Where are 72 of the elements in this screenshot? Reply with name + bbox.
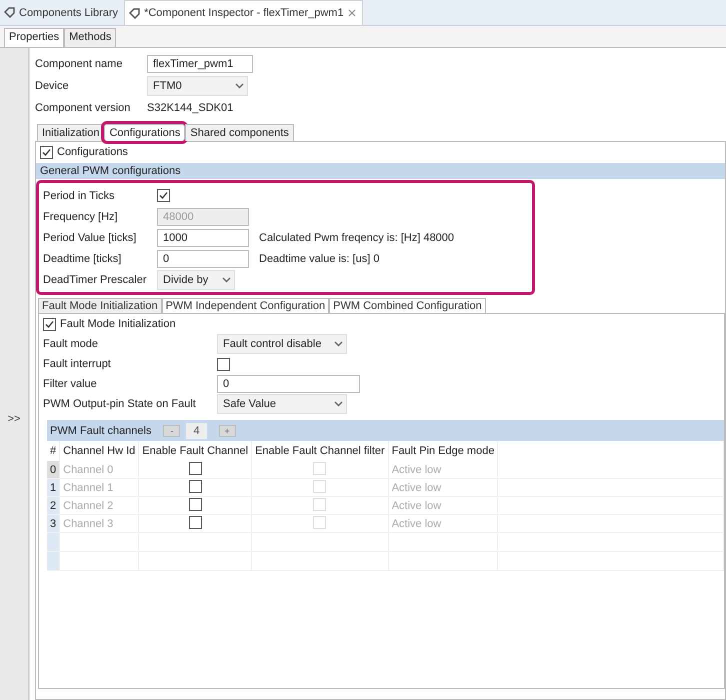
field-label: Component name	[35, 58, 124, 70]
config-tab[interactable]: Shared components	[185, 124, 294, 141]
field-label: PWM Output-pin State on Fault	[43, 398, 197, 410]
table-cell: Active low	[388, 461, 498, 478]
checkbox[interactable]	[188, 462, 202, 474]
text-field[interactable]: 0	[157, 250, 249, 268]
close-icon[interactable]	[348, 9, 356, 17]
editor-tab[interactable]: *Component Inspector - flexTimer_pwm1	[124, 0, 363, 25]
row-number[interactable]: 3	[47, 514, 60, 532]
tag-icon	[4, 7, 15, 18]
field-label: Deadtime [ticks]	[43, 252, 122, 264]
table-cell: Channel 1	[60, 478, 139, 496]
field-label: Component version	[35, 102, 132, 114]
table-title: PWM Fault channels	[50, 424, 152, 436]
tag-icon	[129, 8, 140, 18]
checkbox-label: Configurations	[57, 146, 128, 158]
column-header: Enable Fault Channel filter	[252, 441, 388, 461]
table-cell: Active low	[388, 514, 498, 532]
checkbox[interactable]	[40, 146, 53, 158]
checkbox[interactable]	[188, 498, 202, 510]
column-header: Channel Hw Id	[60, 441, 139, 461]
table-cell: Channel 3	[60, 514, 139, 532]
column-header: Fault Pin Edge mode	[388, 441, 498, 461]
channel-count: 4	[186, 422, 207, 438]
text-field[interactable]: 1000	[157, 228, 249, 246]
checkbox[interactable]	[188, 516, 202, 528]
checkbox[interactable]	[188, 480, 202, 492]
chevron-icon	[222, 276, 231, 282]
calculated-note: Calculated Pwm freqency is: [Hz] 48000	[259, 232, 454, 244]
chevron-icon	[334, 341, 343, 347]
dropdown[interactable]: Fault control disable	[217, 334, 347, 354]
table-cell: Channel 0	[60, 461, 139, 478]
config-tab[interactable]: PWM Independent Configuration	[162, 298, 330, 313]
checkbox-label: Fault Mode Initialization	[60, 318, 176, 330]
table-cell: Active low	[388, 496, 498, 514]
calculated-note: Deadtime value is: [us] 0	[259, 252, 380, 264]
field-label: Period Value [ticks]	[43, 232, 138, 244]
row-number[interactable]: 0	[47, 461, 60, 478]
config-tab[interactable]: Configurations	[104, 124, 186, 141]
decrement-button[interactable]: -	[163, 424, 180, 436]
increment-button[interactable]: +	[218, 424, 236, 436]
field-label: DeadTimer Prescaler	[43, 274, 148, 286]
row-number[interactable]: 1	[47, 478, 60, 496]
editor-tab[interactable]: Components Library	[0, 0, 124, 25]
dropdown[interactable]: Safe Value	[217, 394, 347, 414]
field-label: Frequency [Hz]	[43, 210, 119, 222]
dropdown[interactable]: FTM0	[147, 76, 248, 96]
config-tab[interactable]: PWM Combined Configuration	[329, 298, 486, 313]
column-header: Enable Fault Channel	[138, 441, 252, 461]
section-header: General PWM configurations	[36, 163, 725, 179]
config-tab[interactable]: Fault Mode Initialization	[38, 298, 162, 313]
config-tab[interactable]: Initialization	[37, 124, 104, 141]
dropdown[interactable]: Divide by	[157, 270, 235, 290]
text-field[interactable]: flexTimer_pwm1	[147, 55, 253, 73]
table-cell: Active low	[388, 478, 498, 496]
field-label: Fault mode	[43, 338, 100, 350]
chevron-icon	[334, 401, 343, 407]
field-label: Filter value	[43, 378, 98, 390]
expand-button[interactable]: >>	[8, 413, 20, 425]
checkbox[interactable]	[43, 318, 56, 330]
table-cell: Channel 2	[60, 496, 139, 514]
field-label: Fault interrupt	[43, 358, 112, 370]
field-label: Device	[35, 80, 70, 92]
view-tab[interactable]: Methods	[64, 28, 116, 47]
view-tab[interactable]: Properties	[4, 28, 64, 47]
checkbox[interactable]	[157, 189, 170, 202]
field-value: S32K144_SDK01	[147, 102, 234, 114]
text-field[interactable]: 0	[217, 375, 360, 393]
row-number[interactable]: 2	[47, 496, 60, 514]
field-label: Period in Ticks	[43, 190, 116, 202]
chevron-icon	[235, 83, 244, 89]
checkbox[interactable]	[217, 358, 230, 370]
